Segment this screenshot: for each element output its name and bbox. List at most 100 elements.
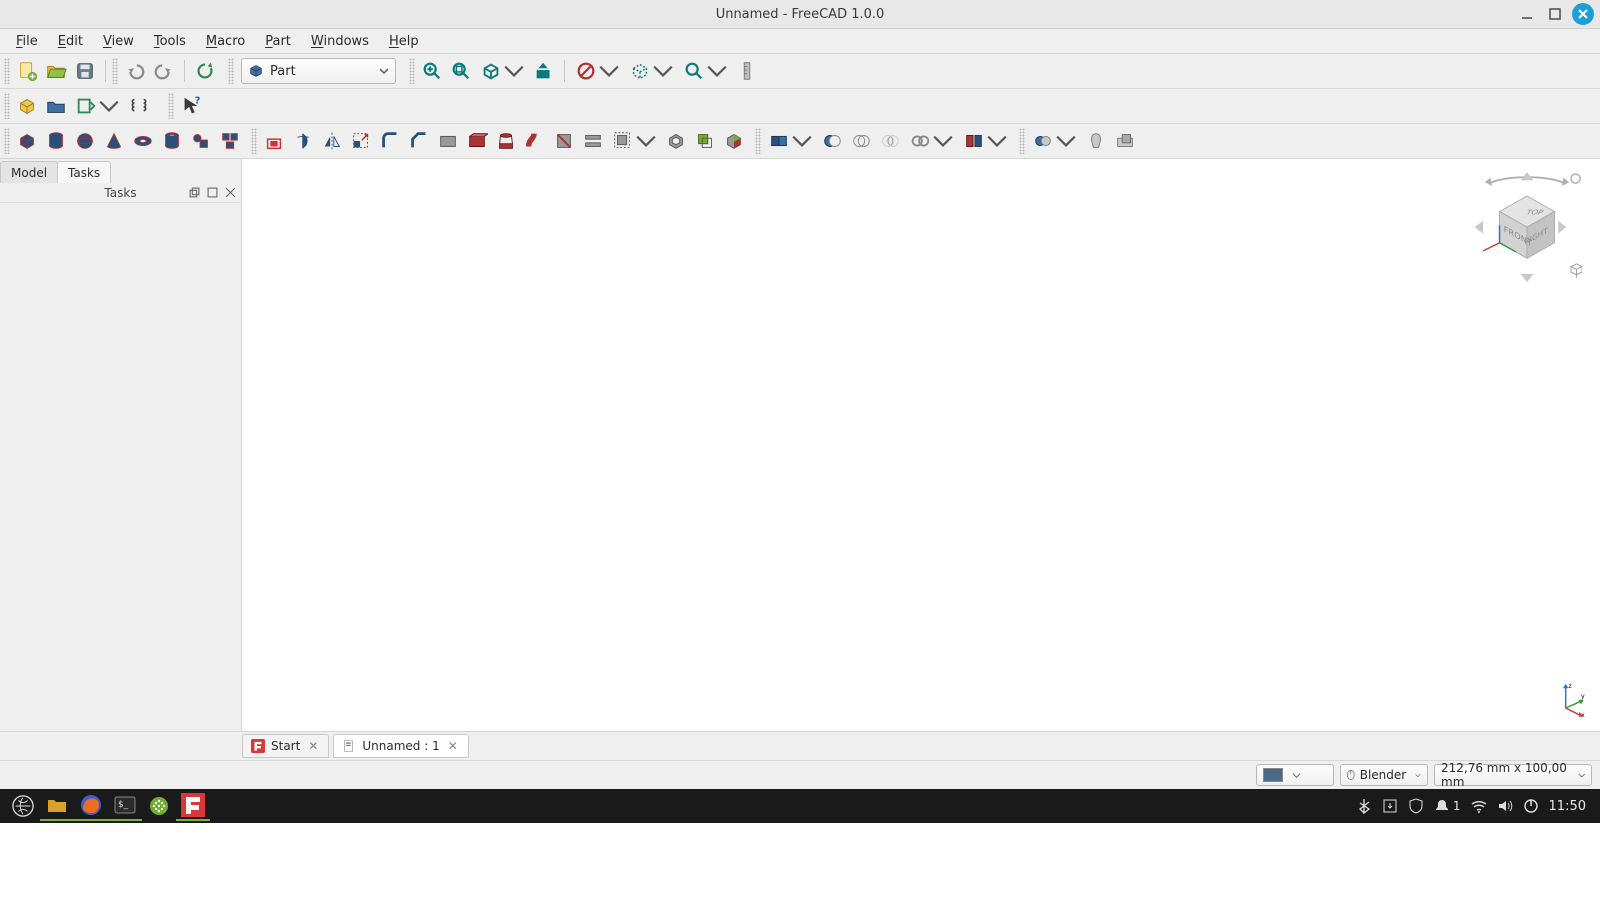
loft-button[interactable]	[492, 127, 520, 155]
tab-tasks[interactable]: Tasks	[57, 161, 111, 183]
close-icon[interactable]: ✕	[446, 739, 460, 753]
torus-button[interactable]	[129, 127, 157, 155]
boolean-cut-button[interactable]	[818, 127, 846, 155]
toolbar-grip[interactable]	[4, 93, 10, 119]
status-color-selector[interactable]	[1256, 764, 1334, 786]
cylinder-button[interactable]	[42, 127, 70, 155]
undo-button[interactable]	[121, 57, 149, 85]
bluetooth-icon[interactable]	[1356, 798, 1372, 814]
whats-this-button[interactable]: ?	[177, 92, 205, 120]
attachment-button[interactable]	[1111, 127, 1139, 155]
offset-3d-button[interactable]	[608, 127, 661, 155]
menu-windows[interactable]: Windows	[301, 31, 379, 52]
start-menu-button[interactable]	[6, 791, 40, 821]
menu-tools[interactable]: Tools	[144, 31, 196, 52]
color-per-face-button[interactable]	[720, 127, 748, 155]
menu-macro[interactable]: Macro	[196, 31, 255, 52]
menu-view[interactable]: View	[93, 31, 144, 52]
toolbar-grip[interactable]	[112, 58, 118, 84]
redo-button[interactable]	[150, 57, 178, 85]
shield-icon[interactable]	[1408, 798, 1424, 814]
cube-button[interactable]	[13, 127, 41, 155]
ruled-surface-button[interactable]	[463, 127, 491, 155]
primitives-builder-button[interactable]	[187, 127, 215, 155]
open-file-button[interactable]	[42, 57, 70, 85]
menu-help[interactable]: Help	[379, 31, 429, 52]
create-group-button[interactable]	[42, 92, 70, 120]
link-actions-button[interactable]	[71, 92, 124, 120]
tube-button[interactable]	[158, 127, 186, 155]
extrude-button[interactable]	[260, 127, 288, 155]
align-view-button[interactable]	[530, 57, 558, 85]
dimensions-display[interactable]: 212,76 mm x 100,00 mm	[1434, 764, 1592, 786]
thickness-button[interactable]	[662, 127, 690, 155]
window-minimize-button[interactable]	[1516, 3, 1538, 25]
menu-part[interactable]: Part	[255, 31, 301, 52]
power-icon[interactable]	[1523, 798, 1539, 814]
navigation-style-selector[interactable]: Blender	[1340, 764, 1428, 786]
toolbar-grip[interactable]	[409, 58, 415, 84]
taskbar-files[interactable]	[40, 791, 74, 821]
shape-builder-button[interactable]	[216, 127, 244, 155]
section-button[interactable]	[550, 127, 578, 155]
projection-button[interactable]	[691, 127, 719, 155]
join-features-button[interactable]	[905, 127, 958, 155]
notifications-icon[interactable]: 1	[1434, 798, 1461, 814]
bounding-box-button[interactable]	[625, 57, 678, 85]
updates-icon[interactable]	[1382, 798, 1398, 814]
navigation-cube[interactable]: TOP FRONT RIGHT	[1472, 169, 1582, 289]
sphere-button[interactable]	[71, 127, 99, 155]
panel-close-button[interactable]	[223, 185, 237, 199]
window-close-button[interactable]	[1572, 3, 1594, 25]
refresh-button[interactable]	[191, 57, 219, 85]
wifi-icon[interactable]	[1471, 798, 1487, 814]
mirror-button[interactable]	[318, 127, 346, 155]
taskbar-terminal[interactable]: $_	[108, 791, 142, 821]
compound-button[interactable]	[764, 127, 817, 155]
fit-selection-button[interactable]	[447, 57, 475, 85]
toolbar-grip[interactable]	[228, 58, 234, 84]
isometric-view-button[interactable]	[476, 57, 529, 85]
scale-button[interactable]	[347, 127, 375, 155]
chamfer-button[interactable]	[405, 127, 433, 155]
workbench-selector[interactable]: Part	[241, 58, 396, 84]
fillet-button[interactable]	[376, 127, 404, 155]
volume-icon[interactable]	[1497, 798, 1513, 814]
toolbar-grip[interactable]	[4, 128, 10, 154]
doc-tab-start[interactable]: Start ✕	[242, 734, 329, 758]
toolbar-grip[interactable]	[251, 128, 257, 154]
split-button[interactable]	[959, 127, 1012, 155]
make-face-button[interactable]	[434, 127, 462, 155]
panel-max-button[interactable]	[205, 185, 219, 199]
window-maximize-button[interactable]	[1544, 3, 1566, 25]
boolean-union-button[interactable]	[847, 127, 875, 155]
toolbar-grip[interactable]	[755, 128, 761, 154]
3d-viewport[interactable]: TOP FRONT RIGHT z y x	[242, 159, 1600, 731]
varset-button[interactable]	[125, 92, 153, 120]
sweep-button[interactable]	[521, 127, 549, 155]
defeaturing-button[interactable]	[1082, 127, 1110, 155]
boolean-common-button[interactable]	[876, 127, 904, 155]
doc-tab-unnamed[interactable]: Unnamed : 1 ✕	[333, 734, 468, 758]
fit-all-button[interactable]	[418, 57, 446, 85]
check-geometry-button[interactable]	[1028, 127, 1081, 155]
toolbar-grip[interactable]	[4, 58, 10, 84]
revolve-button[interactable]	[289, 127, 317, 155]
zoom-button[interactable]	[679, 57, 732, 85]
taskbar-app-green[interactable]	[142, 791, 176, 821]
toolbar-grip[interactable]	[168, 93, 174, 119]
cone-button[interactable]	[100, 127, 128, 155]
clock[interactable]: 11:50	[1549, 799, 1586, 814]
taskbar-freecad[interactable]	[176, 791, 210, 821]
menu-file[interactable]: File	[6, 31, 48, 52]
save-file-button[interactable]	[71, 57, 99, 85]
cross-sections-button[interactable]	[579, 127, 607, 155]
draw-style-button[interactable]	[571, 57, 624, 85]
menu-edit[interactable]: Edit	[48, 31, 93, 52]
create-part-button[interactable]	[13, 92, 41, 120]
panel-float-button[interactable]	[187, 185, 201, 199]
toolbar-grip[interactable]	[1019, 128, 1025, 154]
close-icon[interactable]: ✕	[306, 739, 320, 753]
tab-model[interactable]: Model	[0, 161, 58, 183]
taskbar-firefox[interactable]	[74, 791, 108, 821]
